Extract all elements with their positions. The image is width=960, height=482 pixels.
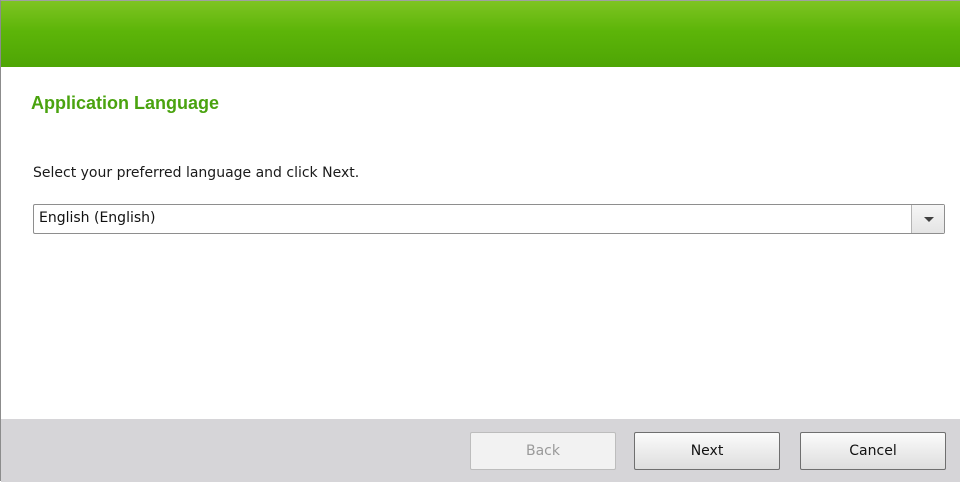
chevron-down-icon <box>924 217 934 222</box>
footer-bar: Back Next Cancel <box>1 419 960 482</box>
next-button[interactable]: Next <box>634 432 780 470</box>
language-select[interactable]: English (English) <box>33 204 945 234</box>
installer-window: Application Language Select your preferr… <box>0 0 960 482</box>
page-title: Application Language <box>31 93 220 113</box>
instruction-text: Select your preferred language and click… <box>33 165 360 181</box>
language-select-value: English (English) <box>39 210 156 226</box>
cancel-button[interactable]: Cancel <box>800 432 946 470</box>
back-button[interactable]: Back <box>470 432 616 470</box>
header-banner <box>1 1 960 67</box>
language-dropdown-button[interactable] <box>911 205 944 233</box>
